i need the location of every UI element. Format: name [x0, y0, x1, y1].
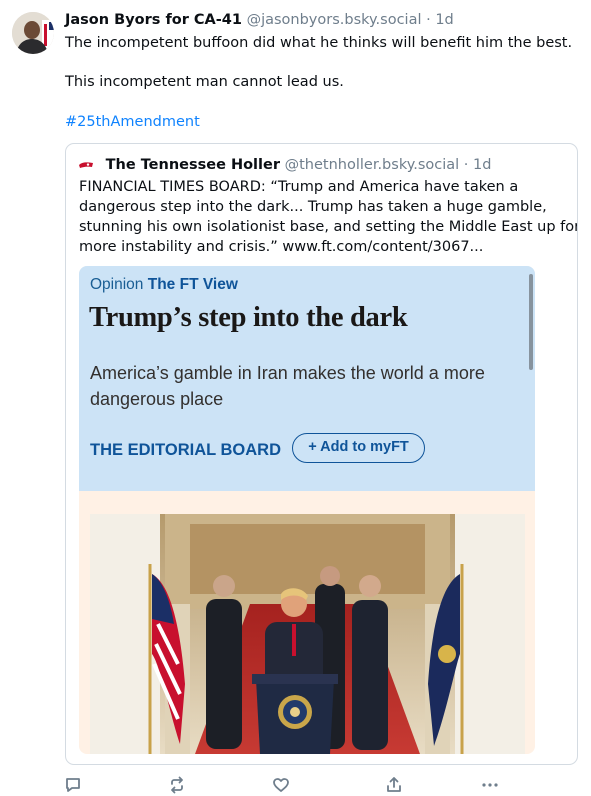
article-photo	[90, 514, 525, 754]
add-to-myft-button: + Add to myFT	[292, 433, 425, 463]
post-header: Jason Byors for CA-41 @jasonbyors.bsky.s…	[65, 10, 454, 30]
post-timestamp[interactable]: 1d	[435, 12, 453, 28]
repost-icon[interactable]	[168, 776, 186, 794]
embedded-image[interactable]: Opinion The FT View Trump’s step into th…	[79, 266, 535, 754]
quoted-author-name[interactable]: The Tennessee Holler	[106, 157, 280, 173]
more-icon[interactable]	[481, 776, 499, 794]
separator: ·	[426, 12, 431, 28]
post-actions	[0, 770, 591, 796]
quoted-post[interactable]: The Tennessee Holler @thetnholler.bsky.s…	[65, 143, 578, 765]
share-icon[interactable]	[385, 776, 403, 794]
separator: ·	[463, 157, 469, 173]
ft-headline: Trump’s step into the dark	[89, 302, 408, 333]
quoted-text-line: stunning his own isolationist base, and …	[79, 219, 578, 235]
ft-kicker-section: The FT View	[147, 276, 238, 293]
quoted-text-line: dangerous step into the dark... Trump ha…	[79, 199, 547, 215]
quoted-text-line: more instability and crisis.” www.ft.com…	[79, 239, 484, 255]
ft-standfirst: America’s gamble in Iran makes the world…	[90, 363, 485, 409]
author-name[interactable]: Jason Byors for CA-41	[65, 12, 242, 28]
post-text-line: This incompetent man cannot lead us.	[65, 74, 344, 90]
ft-kicker: Opinion The FT View	[90, 276, 238, 294]
quoted-post-header: The Tennessee Holler @thetnholler.bsky.s…	[79, 155, 491, 175]
scrollbar	[529, 274, 533, 370]
author-handle[interactable]: @jasonbyors.bsky.social	[247, 12, 422, 28]
author-avatar[interactable]	[12, 12, 54, 54]
post-text-line: The incompetent buffoon did what he thin…	[65, 35, 573, 51]
hashtag-link[interactable]: #25thAmendment	[65, 112, 200, 132]
quoted-text-line: FINANCIAL TIMES BOARD: “Trump and Americ…	[79, 179, 519, 195]
ft-author: THE EDITORIAL BOARD	[90, 441, 281, 459]
quoted-timestamp[interactable]: 1d	[473, 157, 491, 173]
reply-icon[interactable]	[64, 776, 82, 794]
post: Jason Byors for CA-41 @jasonbyors.bsky.s…	[0, 0, 591, 796]
ft-kicker-prefix: Opinion	[90, 276, 144, 293]
tennessee-holler-avatar-icon	[79, 162, 93, 168]
like-icon[interactable]	[272, 776, 290, 794]
quoted-post-text: FINANCIAL TIMES BOARD: “Trump and Americ…	[79, 177, 578, 257]
quoted-author-handle[interactable]: @thetnholler.bsky.social	[285, 157, 460, 173]
ft-article-header: Opinion The FT View Trump’s step into th…	[79, 266, 535, 491]
